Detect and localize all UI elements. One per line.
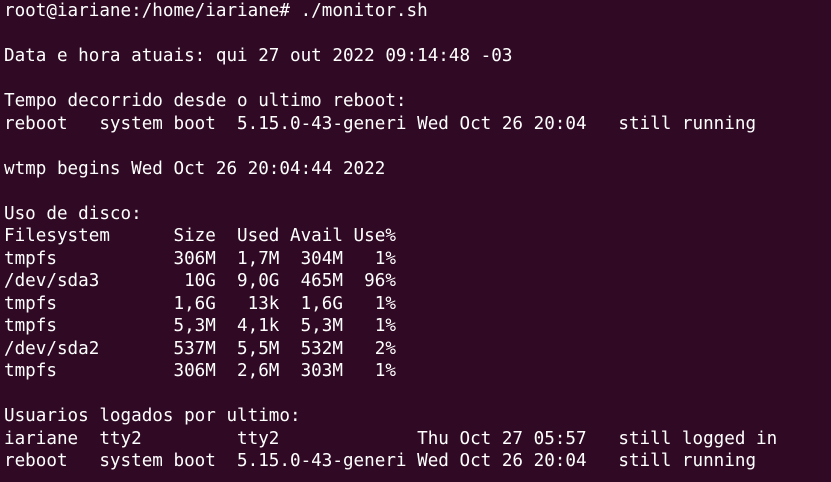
disk-table-row: tmpfs 306M 1,7M 304M 1% <box>4 248 396 269</box>
disk-table-row: /dev/sda3 10G 9,0G 465M 96% <box>4 271 396 291</box>
uptime-header: Tempo decorrido desde o ultimo reboot: <box>4 91 407 111</box>
disk-table-row: tmpfs 5,3M 4,1k 5,3M 1% <box>4 316 396 336</box>
uptime-output: reboot system boot 5.15.0-43-generi Wed … <box>4 113 757 134</box>
disk-header: Uso de disco: <box>4 203 142 224</box>
last-login-row: reboot system boot 5.15.0-43-generi Wed … <box>4 451 757 471</box>
disk-table-row: tmpfs 306M 2,6M 303M 1% <box>4 361 396 381</box>
terminal-window[interactable]: root@iariane:/home/iariane# ./monitor.sh… <box>0 0 831 482</box>
command-text: ./monitor.sh <box>300 1 428 21</box>
disk-table-header: Filesystem Size Used Avail Use% <box>4 226 396 246</box>
disk-table-row: tmpfs 1,6G 13k 1,6G 1% <box>4 293 396 314</box>
last-login-row: iariane tty2 tty2 Thu Oct 27 05:57 still… <box>4 428 778 449</box>
disk-table-row: /dev/sda2 537M 5,5M 532M 2% <box>4 338 396 359</box>
last-logins-header: Usuarios logados por ultimo: <box>4 406 301 426</box>
datetime-output: Data e hora atuais: qui 27 out 2022 09:1… <box>4 46 513 66</box>
shell-prompt: root@iariane:/home/iariane# <box>4 1 301 21</box>
wtmp-output: wtmp begins Wed Oct 26 20:04:44 2022 <box>4 158 386 179</box>
command-line: root@iariane:/home/iariane# ./monitor.sh <box>4 0 831 23</box>
